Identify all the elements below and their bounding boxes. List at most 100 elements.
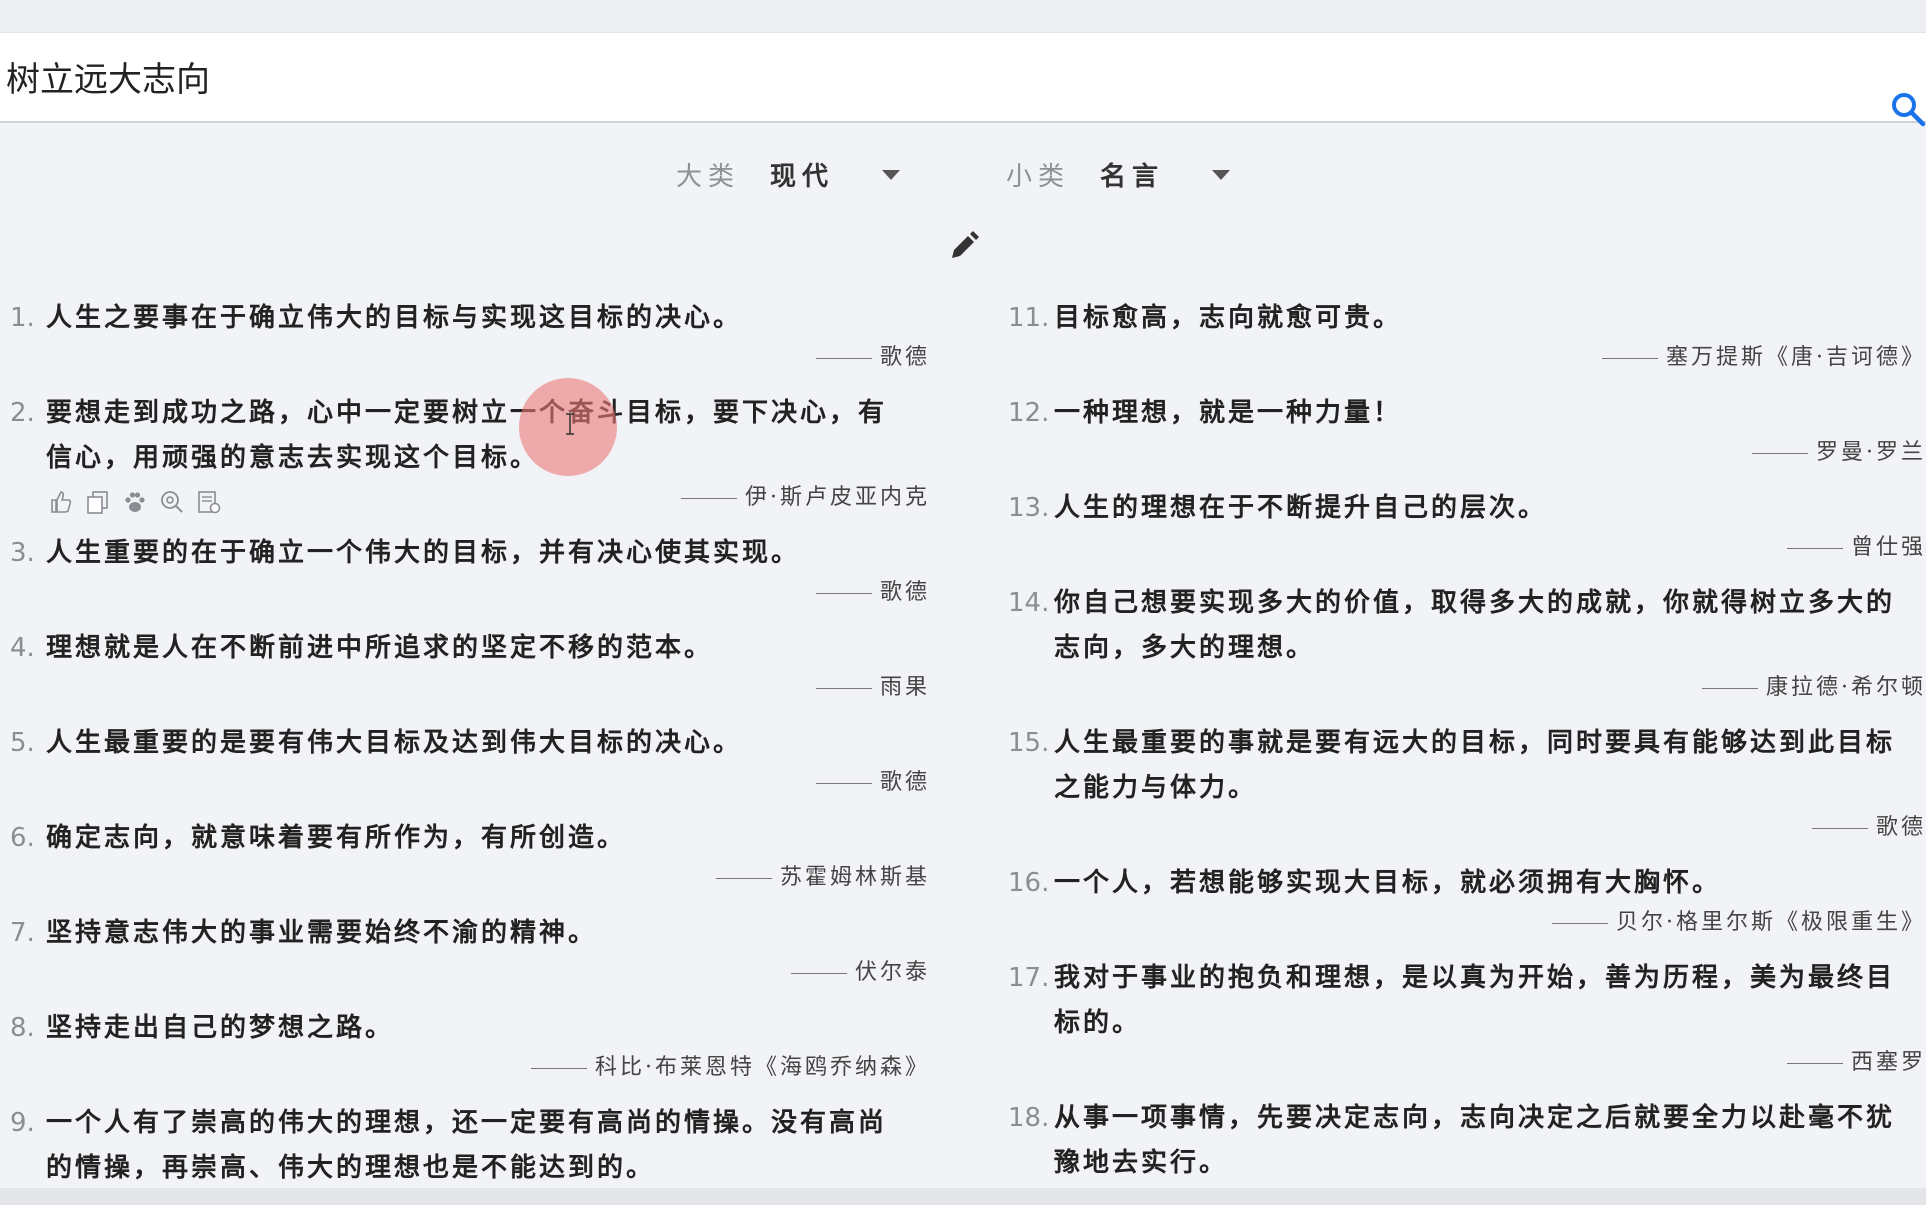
quote-item: 7. 坚持意志伟大的事业需要始终不渝的精神。 伏尔泰 bbox=[0, 911, 930, 1006]
quote-author-row: 科比·布莱恩特《海鸥乔纳森》 bbox=[0, 1051, 930, 1101]
author-dash bbox=[1702, 687, 1758, 689]
quote-author-row: 伏尔泰 bbox=[0, 956, 930, 1006]
quote-action-bar bbox=[48, 485, 233, 519]
quote-number: 2. bbox=[10, 398, 35, 428]
quote-item: 14. 你自己想要实现多大的价值，取得多大的成就，你就得树立多大的 志向，多大的理想… bbox=[1004, 581, 1926, 721]
quote-number: 14. bbox=[1008, 588, 1050, 618]
author-name: 歌德 bbox=[879, 345, 930, 370]
quote-column-right: 11. 目标愈高，志向就愈可贵。 塞万提斯《唐·吉诃德》 12. 一种理想，就是一种力量… bbox=[1004, 296, 1926, 1186]
quote-author: 西塞罗 bbox=[1786, 1046, 1926, 1080]
author-name: 歌德 bbox=[1875, 815, 1926, 840]
quote-column-left: 1. 人生之要事在于确立伟大的目标与实现这目标的决心。歌德 2. 要想走到成功之路，心… bbox=[0, 296, 930, 1191]
quote-number: 13. bbox=[1008, 493, 1050, 523]
quote-text: 15. 人生最重要的事就是要有远大的目标，同时要具有能够达到此目标 之能力与体力。 bbox=[1004, 721, 1926, 811]
quote-text: 16. 一个人，若想能够实现大目标，就必须拥有大胸怀。 bbox=[1004, 861, 1926, 906]
quote-number: 8. bbox=[10, 1013, 35, 1043]
search-icon[interactable] bbox=[1890, 91, 1926, 131]
author-dash bbox=[815, 357, 872, 359]
quote-item: 18. 从事一项事情，先要决定志向，志向决定之后就要全力以赴毫不犹 豫地去实行。 bbox=[1004, 1096, 1926, 1186]
quote-text: 3. 人生重要的在于确立一个伟大的目标，并有决心使其实现。 bbox=[0, 531, 930, 576]
quote-line: 人生重要的在于确立一个伟大的目标，并有决心使其实现。 bbox=[46, 538, 801, 568]
quote-author: 歌德 bbox=[815, 576, 930, 610]
quote-line: 一种理想，就是一种力量！ bbox=[1054, 398, 1403, 428]
author-name: 塞万提斯《唐·吉诃德》 bbox=[1666, 345, 1926, 370]
quote-text: 7. 坚持意志伟大的事业需要始终不渝的精神。 bbox=[0, 911, 930, 956]
quote-author: 曾仕强 bbox=[1786, 531, 1926, 565]
quote-text: 9. 一个人有了崇高的伟大的理想，还一定要有高尚的情操。没有高尚 的情操，再崇高、伟… bbox=[0, 1101, 930, 1191]
quote-line: 从事一项事情，先要决定志向，志向决定之后就要全力以赴毫不犹 bbox=[1054, 1103, 1896, 1133]
category-chevron-down-icon[interactable] bbox=[882, 170, 900, 180]
quote-item: 13. 人生的理想在于不断提升自己的层次。 曾仕强 bbox=[1004, 486, 1926, 581]
quote-line: 信心，用顽强的意志去实现这个目标。 bbox=[46, 443, 540, 473]
quote-text: 18. 从事一项事情，先要决定志向，志向决定之后就要全力以赴毫不犹 豫地去实行。 bbox=[1004, 1096, 1926, 1186]
quote-text: 14. 你自己想要实现多大的价值，取得多大的成就，你就得树立多大的 志向，多大的理想… bbox=[1004, 581, 1926, 671]
pencil-icon[interactable] bbox=[948, 230, 980, 262]
quote-author: 歌德 bbox=[1811, 811, 1926, 845]
quote-line: 标的。 bbox=[1054, 1008, 1142, 1038]
quote-number: 15. bbox=[1008, 728, 1050, 758]
quote-number: 6. bbox=[10, 823, 35, 853]
author-name: 歌德 bbox=[879, 580, 930, 605]
quote-line: 要想走到成功之路，心中一定要树立一个奋斗目标，要下决心，有 bbox=[46, 398, 888, 428]
quote-item: 11. 目标愈高，志向就愈可贵。塞万提斯《唐·吉诃德》 bbox=[1004, 296, 1926, 391]
author-dash bbox=[681, 497, 737, 499]
quote-line: 坚持走出自己的梦想之路。 bbox=[46, 1013, 395, 1043]
quote-line: 人生的理想在于不断提升自己的层次。 bbox=[1054, 493, 1548, 523]
quote-line: 一个人有了崇高的伟大的理想，还一定要有高尚的情操。没有高尚 bbox=[46, 1108, 888, 1138]
author-dash bbox=[790, 972, 847, 974]
subcategory-chevron-down-icon[interactable] bbox=[1212, 170, 1230, 180]
quote-line: 确定志向，就意味着要有所作为，有所创造。 bbox=[46, 823, 627, 853]
quote-text: 8. 坚持走出自己的梦想之路。 bbox=[0, 1006, 930, 1051]
quote-line: 志向，多大的理想。 bbox=[1054, 633, 1316, 663]
taskbar-strip bbox=[0, 1188, 1926, 1205]
copy-icon[interactable] bbox=[85, 489, 111, 515]
quote-author: 苏霍姆林斯基 bbox=[715, 861, 930, 895]
author-name: 康拉德·希尔顿 bbox=[1766, 675, 1926, 700]
quote-line: 人生最重要的事就是要有远大的目标，同时要具有能够达到此目标 bbox=[1054, 728, 1896, 758]
search-zoom-icon[interactable] bbox=[159, 489, 185, 515]
quote-text: 2. 要想走到成功之路，心中一定要树立一个奋斗目标，要下决心，有 信心，用顽强的意志… bbox=[0, 391, 930, 481]
paw-icon[interactable] bbox=[122, 489, 148, 515]
quote-item: 5. 人生最重要的是要有伟大目标及达到伟大目标的决心。歌德 bbox=[0, 721, 930, 816]
author-dash bbox=[1602, 357, 1658, 359]
subcategory-label: 小类 bbox=[1006, 162, 1071, 192]
quote-line: 一个人，若想能够实现大目标，就必须拥有大胸怀。 bbox=[1054, 868, 1722, 898]
author-dash bbox=[815, 687, 872, 689]
quote-item: 8. 坚持走出自己的梦想之路。科比·布莱恩特《海鸥乔纳森》 bbox=[0, 1006, 930, 1101]
quote-text: 1. 人生之要事在于确立伟大的目标与实现这目标的决心。 bbox=[0, 296, 930, 341]
quote-author-row: 曾仕强 bbox=[1004, 531, 1926, 581]
quote-author-row: 苏霍姆林斯基 bbox=[0, 861, 930, 911]
author-name: 伊·斯卢皮亚内克 bbox=[745, 485, 930, 510]
author-name: 歌德 bbox=[879, 770, 930, 795]
quote-line: 目标愈高，志向就愈可贵。 bbox=[1054, 303, 1403, 333]
quote-number: 11. bbox=[1008, 303, 1050, 333]
quote-number: 18. bbox=[1008, 1103, 1050, 1133]
author-dash bbox=[1786, 547, 1843, 549]
quote-author-row: 贝尔·格里尔斯《极限重生》 bbox=[1004, 906, 1926, 956]
quote-text: 6. 确定志向，就意味着要有所作为，有所创造。 bbox=[0, 816, 930, 861]
author-name: 雨果 bbox=[879, 675, 930, 700]
quote-number: 16. bbox=[1008, 868, 1050, 898]
quote-author-row: 塞万提斯《唐·吉诃德》 bbox=[1004, 341, 1926, 391]
quote-item: 4. 理想就是人在不断前进中所追求的坚定不移的范本。 雨果 bbox=[0, 626, 930, 721]
quote-author: 歌德 bbox=[815, 766, 930, 800]
quote-text: 5. 人生最重要的是要有伟大目标及达到伟大目标的决心。 bbox=[0, 721, 930, 766]
quote-author: 塞万提斯《唐·吉诃德》 bbox=[1602, 341, 1926, 375]
quote-item: 1. 人生之要事在于确立伟大的目标与实现这目标的决心。歌德 bbox=[0, 296, 930, 391]
quote-item: 16. 一个人，若想能够实现大目标，就必须拥有大胸怀。 贝尔·格里尔斯《极限重生》 bbox=[1004, 861, 1926, 956]
quote-author: 罗曼·罗兰 bbox=[1752, 436, 1926, 470]
thumbs-up-icon[interactable] bbox=[48, 489, 74, 515]
quote-line: 我对于事业的抱负和理想，是以真为开始，善为历程，美为最终目 bbox=[1054, 963, 1896, 993]
subcategory-select[interactable]: 名言 bbox=[1100, 156, 1164, 193]
quote-author-row: 康拉德·希尔顿 bbox=[1004, 671, 1926, 721]
quote-author: 康拉德·希尔顿 bbox=[1702, 671, 1926, 705]
quote-number: 4. bbox=[10, 633, 35, 663]
quote-item: 17. 我对于事业的抱负和理想，是以真为开始，善为历程，美为最终目 标的。 西塞罗 bbox=[1004, 956, 1926, 1096]
note-icon[interactable] bbox=[196, 489, 222, 515]
category-select[interactable]: 现代 bbox=[770, 156, 834, 193]
quote-item: 12. 一种理想，就是一种力量！ 罗曼·罗兰 bbox=[1004, 391, 1926, 486]
quote-number: 9. bbox=[10, 1108, 35, 1138]
quote-author-row: 歌德 bbox=[0, 576, 930, 626]
search-input[interactable] bbox=[6, 51, 1856, 101]
quote-text: 13. 人生的理想在于不断提升自己的层次。 bbox=[1004, 486, 1926, 531]
